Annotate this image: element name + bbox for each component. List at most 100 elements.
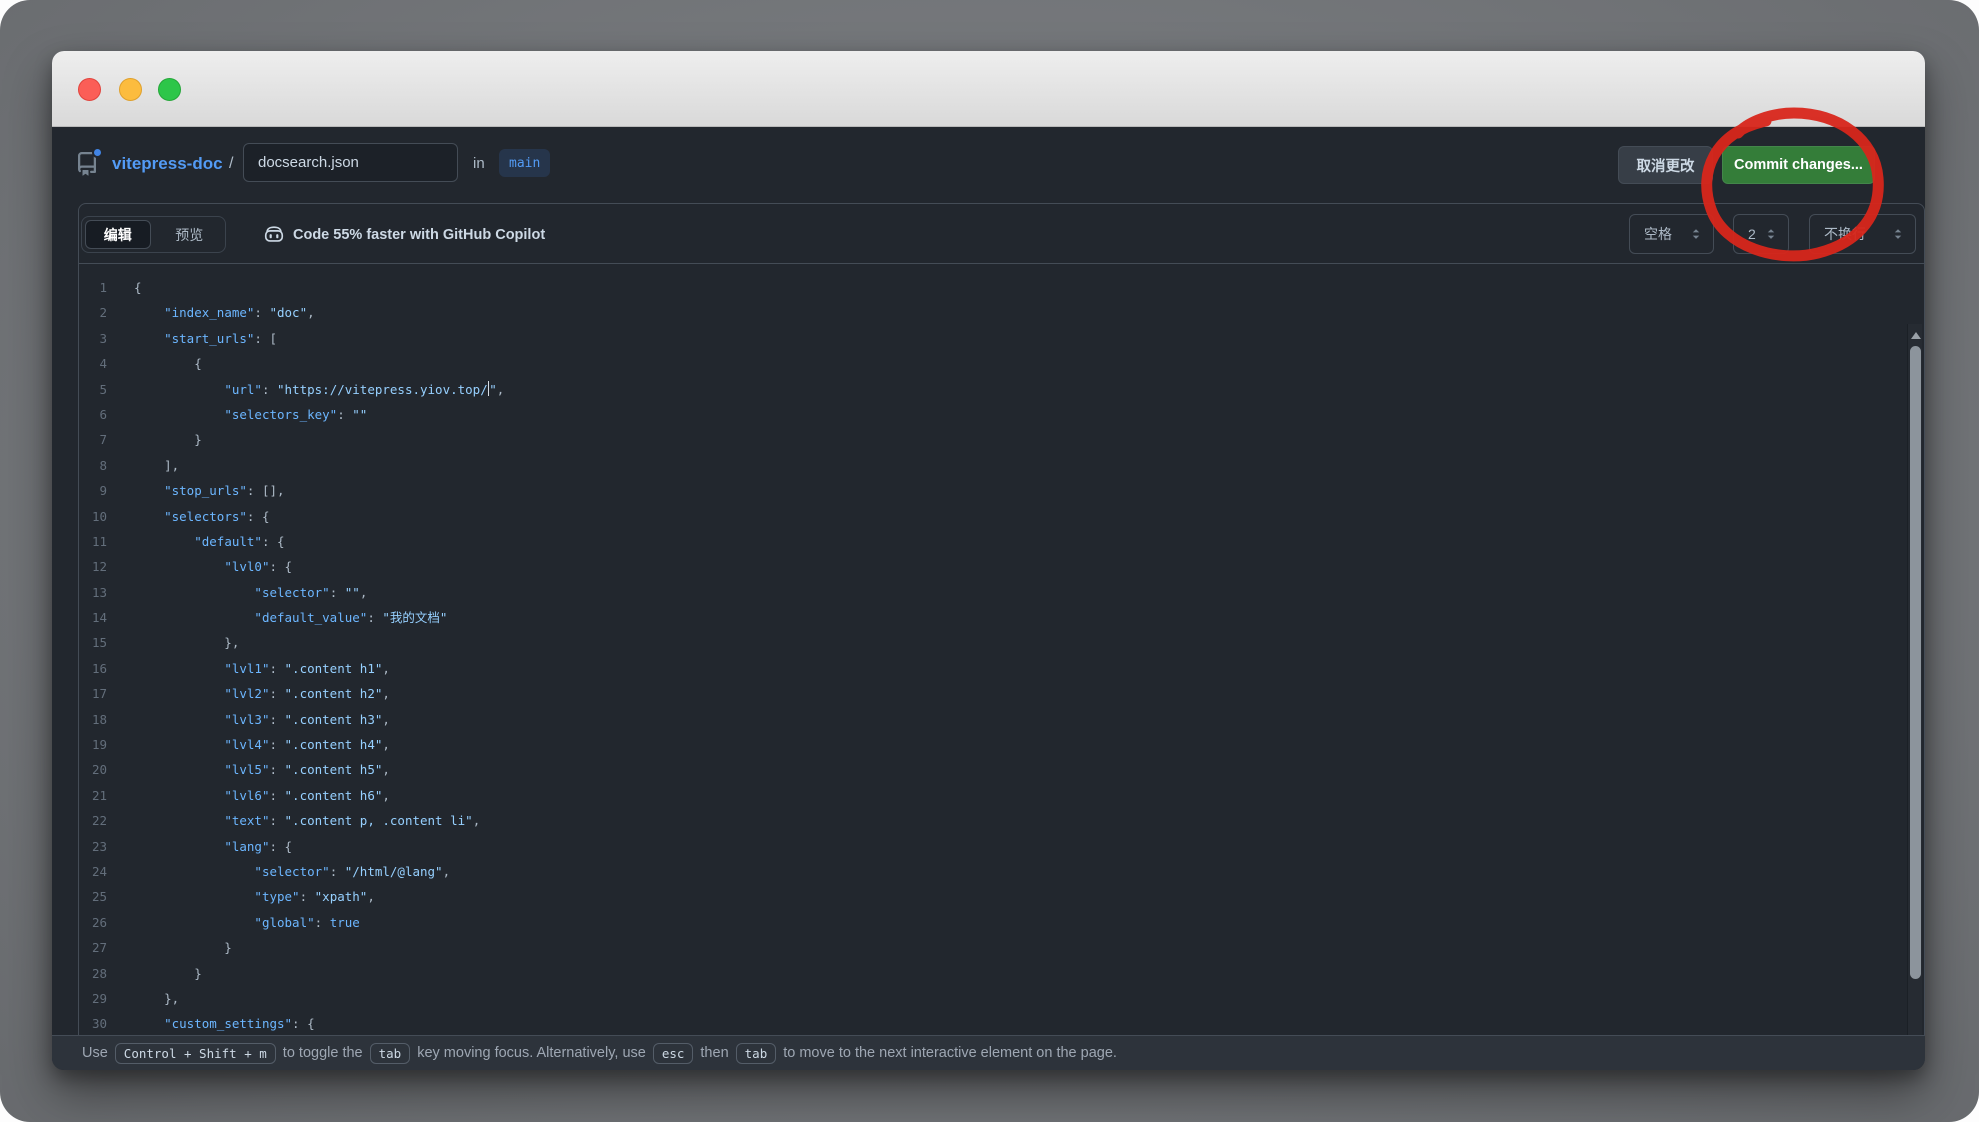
code-line: 28 }	[79, 961, 1924, 986]
line-number: 10	[79, 504, 107, 529]
code-line: 19 "lvl4": ".content h4",	[79, 732, 1924, 757]
line-number: 13	[79, 580, 107, 605]
hint-text: to move to the next interactive element …	[783, 1045, 1117, 1061]
line-number: 3	[79, 326, 107, 351]
code-line: 22 "text": ".content p, .content li",	[79, 808, 1924, 833]
line-number: 24	[79, 859, 107, 884]
in-label: in	[473, 154, 485, 174]
code-line: 2 "index_name": "doc",	[79, 300, 1924, 325]
hint-text: to toggle the	[283, 1045, 363, 1061]
maximize-window-button[interactable]	[158, 78, 181, 101]
line-number: 8	[79, 453, 107, 478]
copilot-icon	[263, 224, 285, 246]
code-line: 9 "stop_urls": [],	[79, 478, 1924, 503]
line-number: 26	[79, 910, 107, 935]
editor-scrollbar[interactable]	[1907, 324, 1922, 1070]
keyboard-shortcut-chip: esc	[653, 1043, 694, 1064]
repo-icon	[75, 152, 99, 176]
copilot-banner[interactable]: Code 55% faster with GitHub Copilot	[263, 216, 545, 253]
line-number: 11	[79, 529, 107, 554]
keyboard-shortcut-chip: tab	[736, 1043, 777, 1064]
line-number: 18	[79, 707, 107, 732]
code-line: 16 "lvl1": ".content h1",	[79, 656, 1924, 681]
indent-mode-select[interactable]: 空格	[1629, 214, 1714, 254]
line-number: 28	[79, 961, 107, 986]
code-line: 29 },	[79, 986, 1924, 1011]
scrollbar-thumb[interactable]	[1910, 346, 1921, 979]
branch-badge[interactable]: main	[499, 149, 550, 177]
filename-input[interactable]	[243, 143, 458, 182]
line-number: 5	[79, 377, 107, 402]
line-number: 1	[79, 275, 107, 300]
code-line: 15 },	[79, 630, 1924, 655]
line-number: 30	[79, 1011, 107, 1036]
line-number: 7	[79, 427, 107, 452]
code-line: 12 "lvl0": {	[79, 554, 1924, 579]
hint-text: then	[700, 1045, 728, 1061]
screenshot-backdrop: vitepress-doc / in main 取消更改 Commit chan…	[0, 0, 1979, 1122]
code-line: 6 "selectors_key": ""	[79, 402, 1924, 427]
line-number: 4	[79, 351, 107, 376]
indent-size-select[interactable]: 2	[1733, 214, 1789, 254]
browser-window: vitepress-doc / in main 取消更改 Commit chan…	[52, 51, 1925, 1070]
line-number: 12	[79, 554, 107, 579]
code-line: 23 "lang": {	[79, 834, 1924, 859]
window-titlebar	[52, 51, 1925, 127]
line-number: 17	[79, 681, 107, 706]
code-editor[interactable]: 1{2 "index_name": "doc",3 "start_urls": …	[79, 264, 1924, 1070]
scroll-up-arrow[interactable]	[1911, 332, 1921, 339]
keyboard-shortcut-chip: Control + Shift + m	[115, 1043, 276, 1064]
code-line: 24 "selector": "/html/@lang",	[79, 859, 1924, 884]
code-line: 10 "selectors": {	[79, 504, 1924, 529]
copilot-banner-text: Code 55% faster with GitHub Copilot	[293, 227, 545, 243]
code-line: 3 "start_urls": [	[79, 326, 1924, 351]
line-number: 22	[79, 808, 107, 833]
repo-name-link[interactable]: vitepress-doc	[112, 153, 223, 175]
tab-edit[interactable]: 编辑	[85, 220, 151, 249]
minimize-window-button[interactable]	[119, 78, 142, 101]
line-number: 2	[79, 300, 107, 325]
sort-arrows-icon	[1891, 227, 1905, 241]
line-number: 19	[79, 732, 107, 757]
line-number: 16	[79, 656, 107, 681]
code-line: 1{	[79, 275, 1924, 300]
code-line: 8 ],	[79, 453, 1924, 478]
indent-size-value: 2	[1748, 226, 1756, 242]
line-number: 20	[79, 757, 107, 782]
line-number: 14	[79, 605, 107, 630]
code-line: 13 "selector": "",	[79, 580, 1924, 605]
line-wrap-select[interactable]: 不换行	[1809, 214, 1916, 254]
code-line: 4 {	[79, 351, 1924, 376]
keyboard-shortcut-chip: tab	[370, 1043, 411, 1064]
code-line: 26 "global": true	[79, 910, 1924, 935]
line-number: 6	[79, 402, 107, 427]
path-separator: /	[229, 153, 233, 175]
code-line: 17 "lvl2": ".content h2",	[79, 681, 1924, 706]
tab-preview[interactable]: 预览	[157, 220, 223, 249]
editor-toolbar: 编辑 预览 Code 55% faster with GitHub Copilo…	[79, 204, 1924, 264]
close-window-button[interactable]	[78, 78, 101, 101]
commit-changes-button[interactable]: Commit changes...	[1722, 146, 1875, 184]
line-number: 21	[79, 783, 107, 808]
code-lines: 1{2 "index_name": "doc",3 "start_urls": …	[79, 264, 1924, 1062]
line-number: 27	[79, 935, 107, 960]
code-line: 7 }	[79, 427, 1924, 452]
cancel-changes-button[interactable]: 取消更改	[1618, 146, 1713, 184]
accessibility-hint-bar: UseControl + Shift + mto toggle thetabke…	[52, 1035, 1925, 1070]
hint-text: key moving focus. Alternatively, use	[417, 1045, 646, 1061]
edit-preview-tabs: 编辑 预览	[81, 216, 226, 253]
line-number: 25	[79, 884, 107, 909]
code-line: 14 "default_value": "我的文档"	[79, 605, 1924, 630]
code-line: 25 "type": "xpath",	[79, 884, 1924, 909]
code-line: 5 "url": "https://vitepress.yiov.top/",	[79, 377, 1924, 402]
code-line: 27 }	[79, 935, 1924, 960]
code-line: 20 "lvl5": ".content h5",	[79, 757, 1924, 782]
notification-dot	[92, 147, 103, 158]
line-number: 15	[79, 630, 107, 655]
line-number: 9	[79, 478, 107, 503]
code-line: 21 "lvl6": ".content h6",	[79, 783, 1924, 808]
code-line: 30 "custom_settings": {	[79, 1011, 1924, 1036]
sort-arrows-icon	[1689, 227, 1703, 241]
indent-mode-value: 空格	[1644, 224, 1672, 244]
hint-text: Use	[82, 1045, 108, 1061]
